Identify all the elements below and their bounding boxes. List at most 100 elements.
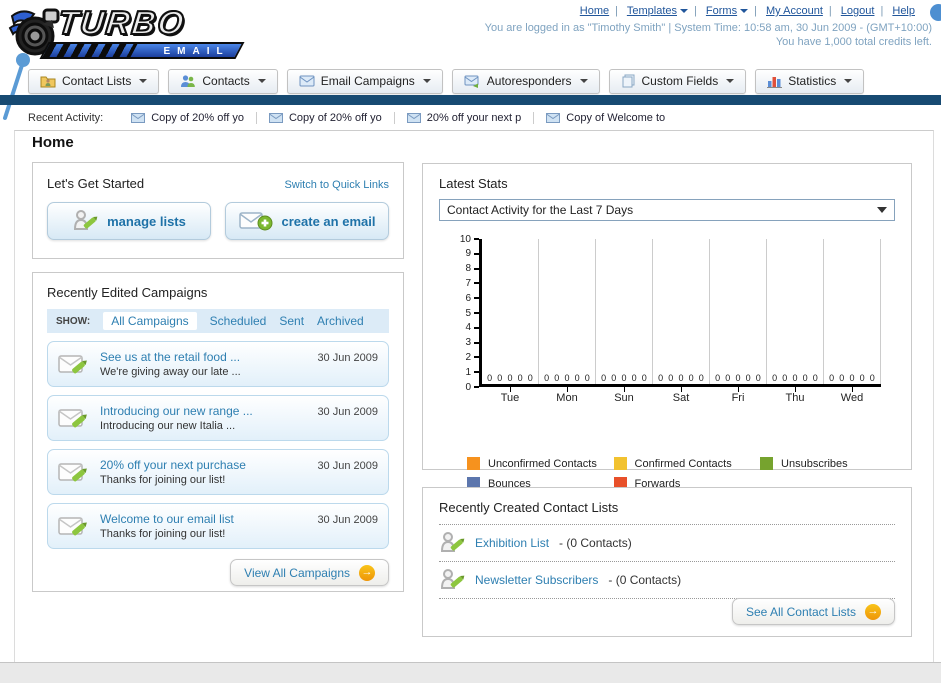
header-link-templates[interactable]: Templates — [627, 5, 688, 17]
y-tick-label: 8 — [465, 263, 479, 274]
envelope-plus-icon — [238, 212, 273, 231]
contact-activity-chart: 10 9 8 7 6 5 4 3 2 1 0 0 0 0 0 0 Tue 0 0 0 0 0 Mon 0 0 0 0 0 Sun 0 0 0… — [451, 234, 895, 425]
y-tick-label: 6 — [465, 293, 479, 304]
y-tick-label: 9 — [465, 248, 479, 259]
bar-chart-icon — [767, 77, 783, 88]
header-link-logout[interactable]: Logout — [841, 5, 875, 17]
credits-status: You have 1,000 total credits left. — [775, 36, 932, 48]
header-link-help[interactable]: Help — [892, 5, 915, 17]
main-nav-tabs: Contact Lists Contacts Email Campaigns A… — [28, 69, 865, 94]
person-pencil-icon — [440, 569, 465, 589]
turbo-email-logo: TURBO EMAIL — [6, 2, 256, 64]
x-tick-label: Sat — [653, 384, 709, 404]
contact-list-count: - (0 Contacts) — [608, 573, 682, 587]
y-tick-label: 1 — [465, 367, 479, 378]
chart-column: 0 0 0 0 0 Wed — [824, 239, 881, 404]
stats-period-select[interactable]: Contact Activity for the Last 7 Days — [439, 199, 895, 221]
latest-stats-panel: Latest Stats Contact Activity for the La… — [422, 163, 912, 490]
campaign-row[interactable]: Introducing our new range ... 30 Jun 200… — [47, 395, 389, 441]
tab-label: Autoresponders — [486, 74, 572, 88]
filter-all-campaigns[interactable]: All Campaigns — [103, 312, 197, 330]
app-window: Home | Templates | Forms | My Account | Logo… — [0, 0, 941, 683]
campaign-date: 30 Jun 2009 — [317, 406, 378, 418]
envelope-icon — [131, 112, 146, 123]
contact-list-link[interactable]: Exhibition List — [475, 536, 549, 550]
separator: | — [615, 5, 618, 17]
tab-custom-fields[interactable]: Custom Fields — [608, 69, 747, 94]
tab-autoresponders[interactable]: Autoresponders — [451, 69, 600, 94]
person-pencil-icon — [74, 210, 98, 230]
recent-activity-label: Recent Activity: — [28, 111, 104, 124]
campaign-row[interactable]: 20% off your next purchase 30 Jun 2009 T… — [47, 449, 389, 495]
recent-activity-item[interactable]: 20% off your next p — [393, 111, 534, 124]
campaign-title-link[interactable]: Introducing our new range ... — [100, 404, 253, 418]
tab-contact-lists[interactable]: Contact Lists — [28, 69, 160, 94]
recent-activity-item[interactable]: Copy of 20% off yo — [255, 111, 394, 124]
contact-list-link[interactable]: Newsletter Subscribers — [475, 573, 598, 587]
envelope-pencil-icon — [58, 517, 87, 536]
show-label: SHOW: — [56, 315, 91, 327]
y-tick-label: 4 — [465, 322, 479, 333]
legend-item: Unconfirmed Contacts — [467, 457, 614, 470]
orange-arrow-icon: → — [865, 603, 881, 620]
y-tick-label: 2 — [465, 352, 479, 363]
legend-item: Confirmed Contacts — [613, 457, 761, 470]
filter-sent[interactable]: Sent — [279, 314, 304, 328]
chart-column: 0 0 0 0 0 Tue — [482, 239, 539, 404]
switch-quick-links-link[interactable]: Switch to Quick Links — [284, 179, 389, 191]
campaign-date: 30 Jun 2009 — [317, 352, 378, 364]
campaign-title-link[interactable]: See us at the retail food ... — [100, 350, 240, 364]
header-link-forms[interactable]: Forms — [706, 5, 749, 17]
tab-email-campaigns[interactable]: Email Campaigns — [286, 69, 443, 94]
legend-item: Unsubscribes — [760, 457, 907, 470]
campaign-row[interactable]: Welcome to our email list 30 Jun 2009 Th… — [47, 503, 389, 549]
envelope-icon — [299, 75, 315, 87]
header-link-my-account[interactable]: My Account — [766, 5, 823, 17]
x-tick-label: Wed — [824, 384, 880, 404]
create-email-button[interactable]: create an email — [225, 202, 389, 240]
login-status: You are logged in as "Timothy Smith" | S… — [484, 22, 932, 34]
envelope-pencil-icon — [58, 409, 87, 428]
chevron-down-icon — [740, 9, 749, 14]
recent-activity-item[interactable]: Copy of 20% off yo — [119, 112, 256, 124]
x-tick-label: Tue — [482, 384, 538, 404]
get-started-panel: Let's Get Started Switch to Quick Links … — [32, 162, 404, 259]
campaign-title-link[interactable]: 20% off your next purchase — [100, 458, 246, 472]
contact-list-row[interactable]: Newsletter Subscribers - (0 Contacts) — [439, 562, 895, 599]
folder-contacts-icon — [40, 76, 56, 88]
header-link-home[interactable]: Home — [580, 5, 609, 17]
create-email-label: create an email — [281, 213, 376, 229]
speed-stripes-icon — [42, 44, 138, 57]
campaign-row[interactable]: See us at the retail food ... 30 Jun 200… — [47, 341, 389, 387]
decorative-dot — [930, 4, 941, 21]
x-tick-label: Fri — [710, 384, 766, 404]
campaign-filter-bar: SHOW: All Campaigns Scheduled Sent Archi… — [47, 309, 389, 333]
recently-edited-campaigns-panel: Recently Edited Campaigns SHOW: All Camp… — [32, 272, 404, 592]
x-tick-label: Sun — [596, 384, 652, 404]
header-nav: Home | Templates | Forms | My Account | Logo… — [580, 5, 915, 17]
campaign-title-link[interactable]: Welcome to our email list — [100, 512, 234, 526]
recently-created-contact-lists-panel: Recently Created Contact Lists Exhibitio… — [422, 487, 912, 637]
recent-activity-bar: Recent Activity: Copy of 20% off yo Copy… — [0, 105, 941, 130]
manage-lists-button[interactable]: manage lists — [47, 202, 211, 240]
chevron-down-icon — [726, 79, 735, 83]
view-all-campaigns-button[interactable]: View All Campaigns → — [230, 559, 389, 586]
tab-statistics[interactable]: Statistics — [755, 69, 865, 94]
people-icon — [181, 75, 196, 87]
campaign-subtitle: We're giving away our late ... — [100, 366, 241, 378]
chart-column: 0 0 0 0 0 Thu — [767, 239, 824, 404]
tab-contacts[interactable]: Contacts — [168, 69, 278, 94]
recent-activity-item[interactable]: Copy of Welcome to — [533, 111, 677, 124]
logo-subtitle: EMAIL — [163, 46, 230, 57]
separator: | — [754, 5, 757, 17]
envelope-icon — [406, 112, 421, 123]
filter-archived[interactable]: Archived — [317, 314, 364, 328]
separator: | — [880, 5, 884, 17]
chevron-down-icon — [422, 79, 431, 83]
view-all-campaigns-label: View All Campaigns — [244, 565, 350, 580]
tab-label: Custom Fields — [641, 74, 719, 88]
logo-wordmark: TURBO — [55, 3, 188, 42]
filter-scheduled[interactable]: Scheduled — [210, 314, 267, 328]
contact-list-row[interactable]: Exhibition List - (0 Contacts) — [439, 525, 895, 562]
see-all-contact-lists-button[interactable]: See All Contact Lists → — [731, 598, 895, 625]
